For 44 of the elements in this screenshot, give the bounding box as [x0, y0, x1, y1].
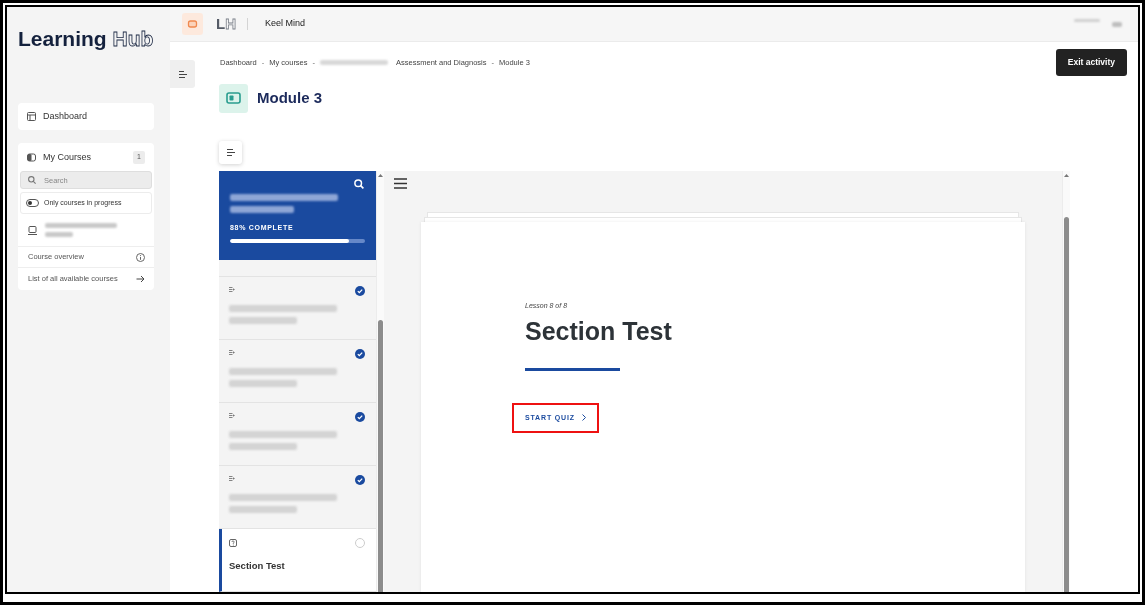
blurred-text	[229, 443, 297, 450]
half-filled-icon	[27, 153, 36, 162]
outline-toggle-button[interactable]	[219, 141, 242, 164]
blurred-text	[45, 223, 117, 228]
search-icon[interactable]	[354, 179, 364, 189]
search-icon	[28, 176, 36, 184]
laptop-icon	[28, 225, 37, 235]
info-icon	[136, 252, 145, 262]
blurred-text	[320, 60, 389, 66]
lines-icon	[178, 70, 187, 78]
toggle-switch[interactable]	[26, 199, 39, 207]
blurred-text	[229, 317, 297, 324]
scrollbar-thumb[interactable]	[378, 320, 383, 592]
lesson-title: Section Test	[525, 315, 672, 346]
lines-icon	[229, 413, 235, 418]
lesson-title: Section Test	[229, 559, 286, 573]
blurred-text	[229, 380, 297, 387]
tile-icon[interactable]	[182, 13, 203, 35]
nav-link[interactable]: Dashboard	[43, 109, 88, 124]
logo: Learning Hub	[18, 26, 154, 51]
lines-icon	[229, 476, 235, 481]
blurred-text	[229, 506, 297, 513]
scrollbar-thumb[interactable]	[1064, 217, 1069, 592]
blurred-text	[230, 206, 294, 213]
lines-icon	[229, 287, 235, 292]
workspace-name: Keel Mind	[265, 17, 306, 31]
page-title: Module 3	[257, 88, 322, 109]
chevron-right-icon	[581, 414, 586, 422]
triangle-up-icon[interactable]	[1064, 174, 1069, 177]
arrow-right-icon	[136, 274, 145, 283]
lines-icon	[226, 149, 235, 156]
lesson-item[interactable]: Section Test	[219, 529, 376, 592]
hamburger-menu-icon[interactable]	[394, 178, 407, 189]
logo: LH	[216, 15, 236, 33]
blurred-text	[1112, 21, 1122, 27]
screen-icon	[219, 84, 248, 113]
sidebar-toggle-button[interactable]	[170, 60, 195, 88]
lines-icon	[229, 350, 235, 355]
triangle-up-icon[interactable]	[378, 174, 383, 177]
question-square-icon	[229, 539, 237, 547]
section-title: My Courses	[43, 150, 91, 164]
layout-icon	[27, 112, 36, 121]
blurred-text	[45, 232, 73, 237]
exit-activity-button[interactable]: Exit activity	[1055, 49, 1127, 76]
